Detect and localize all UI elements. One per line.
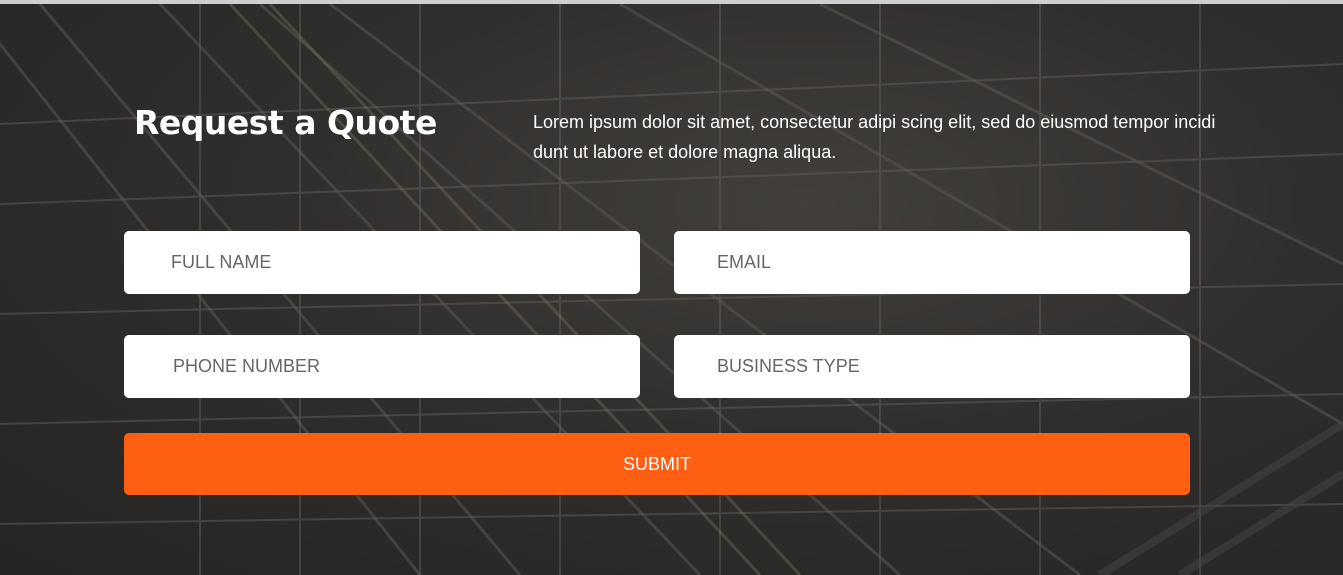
submit-button[interactable]: SUBMIT (124, 433, 1190, 495)
section-description: Lorem ipsum dolor sit amet, consectetur … (533, 112, 1216, 162)
section-title: Request a Quote (134, 103, 437, 142)
request-quote-page: Request a Quote Lorem ipsum dolor sit am… (0, 0, 1343, 575)
top-divider (0, 0, 1343, 4)
business-type-input[interactable] (674, 335, 1190, 398)
email-input[interactable] (674, 231, 1190, 294)
phone-number-input[interactable] (124, 335, 640, 398)
full-name-input[interactable] (124, 231, 640, 294)
quote-form-section: Request a Quote Lorem ipsum dolor sit am… (0, 0, 1343, 575)
